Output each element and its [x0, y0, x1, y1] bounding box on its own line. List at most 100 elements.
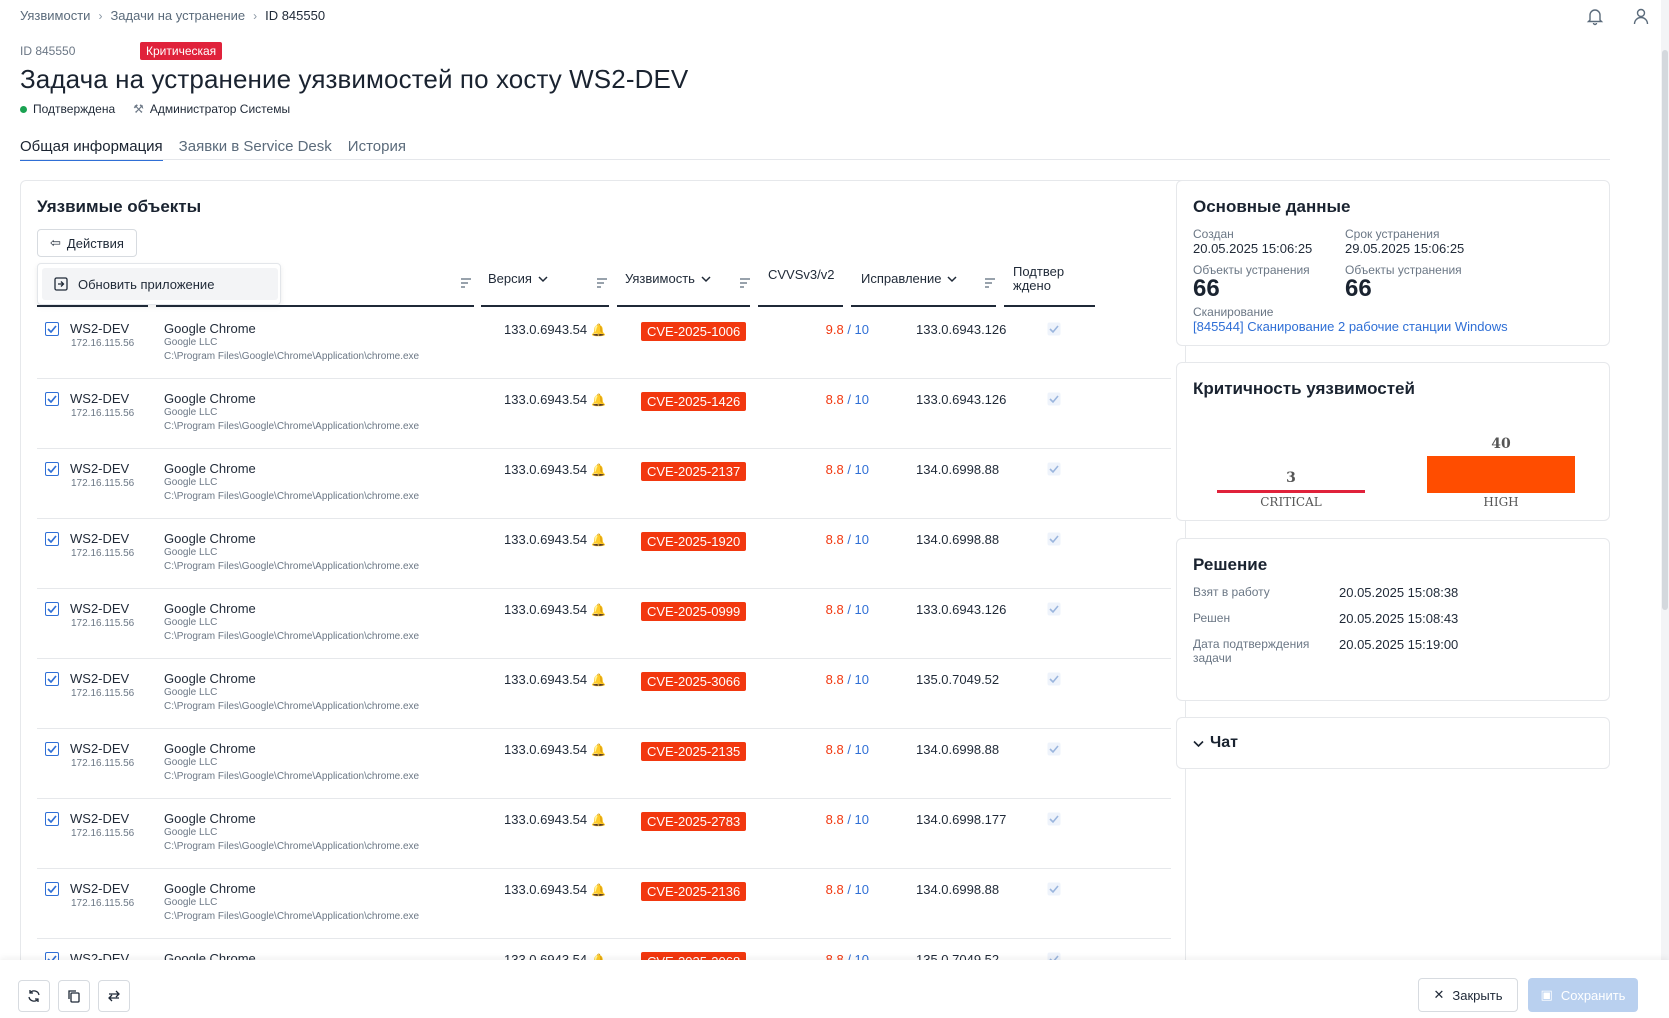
bell-icon: 🔔: [591, 882, 607, 897]
table-row[interactable]: WS2-DEV 172.16.115.56 Google Chrome Google …: [37, 379, 1171, 449]
table-row[interactable]: WS2-DEV 172.16.115.56 Google Chrome Google …: [37, 799, 1171, 869]
table-row[interactable]: WS2-DEV 172.16.115.56 Google Chrome Google …: [37, 659, 1171, 729]
task-id: ID 845550: [20, 44, 76, 58]
update-app-label: Обновить приложение: [78, 276, 215, 292]
tab-service-desk[interactable]: Заявки в Service Desk: [179, 138, 332, 161]
bell-icon[interactable]: [1585, 6, 1605, 29]
row-checkbox[interactable]: [45, 462, 59, 476]
chat-header[interactable]: Чат: [1193, 734, 1238, 752]
refresh-icon: [28, 990, 40, 1002]
sort-icon[interactable]: [460, 276, 472, 291]
cve-badge[interactable]: CVE-2025-3066: [641, 672, 747, 691]
table-row[interactable]: WS2-DEV 172.16.115.56 Google Chrome Google …: [37, 449, 1171, 519]
cvss-value: 8.8: [825, 882, 844, 897]
host-name[interactable]: WS2-DEV: [70, 321, 129, 336]
actions-icon: ⇦: [50, 235, 61, 250]
app-version: 133.0.6943.54🔔: [504, 532, 606, 547]
swap-button[interactable]: [98, 980, 130, 1012]
confirm-value: 20.05.2025 15:19:00: [1339, 637, 1459, 652]
scrollbar-thumb[interactable]: [1662, 50, 1668, 610]
tab-general[interactable]: Общая информация: [20, 138, 163, 161]
sort-icon[interactable]: [984, 276, 996, 291]
close-button[interactable]: ✕ Закрыть: [1418, 978, 1518, 1012]
column-header-cvss[interactable]: CVVSv3/v2: [768, 267, 834, 282]
column-underline-confirmed: [1004, 305, 1095, 307]
host-name[interactable]: WS2-DEV: [70, 601, 129, 616]
cve-badge[interactable]: CVE-2025-2137: [641, 462, 747, 481]
host-name[interactable]: WS2-DEV: [70, 671, 129, 686]
column-header-version[interactable]: Версия: [488, 271, 548, 286]
row-checkbox[interactable]: [45, 882, 59, 896]
fix-version: 133.0.6943.126: [916, 322, 1007, 337]
cvss-value: 8.8: [825, 742, 844, 757]
column-underline-vulnerability: [617, 305, 750, 307]
update-app-menu-item[interactable]: Обновить приложение: [42, 268, 278, 300]
scan-label: Сканирование: [1193, 305, 1274, 319]
cve-badge[interactable]: CVE-2025-1426: [641, 392, 747, 411]
app-path: C:\Program Files\Google\Chrome\Applicati…: [164, 911, 420, 922]
sort-icon[interactable]: [739, 276, 751, 291]
column-underline-version: [481, 305, 609, 307]
due-value: 29.05.2025 15:06:25: [1345, 241, 1465, 256]
actions-button[interactable]: ⇦ Действия: [37, 229, 137, 257]
save-button[interactable]: ▣ Сохранить: [1528, 978, 1638, 1012]
confirmed-check-icon: [1047, 602, 1061, 619]
host-name[interactable]: WS2-DEV: [70, 881, 129, 896]
row-checkbox[interactable]: [45, 602, 59, 616]
row-checkbox[interactable]: [45, 812, 59, 826]
criticality-card: Критичность уязвимостей 3 CRITICAL 40 HIGH: [1176, 362, 1610, 521]
sort-icon[interactable]: [596, 276, 608, 291]
app-path: C:\Program Files\Google\Chrome\Applicati…: [164, 841, 420, 852]
refresh-button[interactable]: [18, 980, 50, 1012]
host-name[interactable]: WS2-DEV: [70, 531, 129, 546]
host-name[interactable]: WS2-DEV: [70, 391, 129, 406]
tab-history[interactable]: История: [348, 138, 406, 161]
table-row[interactable]: WS2-DEV 172.16.115.56 Google Chrome Google …: [37, 729, 1171, 799]
row-checkbox[interactable]: [45, 532, 59, 546]
table-row[interactable]: WS2-DEV 172.16.115.56 Google Chrome Google …: [37, 589, 1171, 659]
table-row[interactable]: WS2-DEV 172.16.115.56 Google Chrome Google …: [37, 519, 1171, 589]
cve-badge[interactable]: CVE-2025-2783: [641, 812, 747, 831]
column-underline-app: [156, 305, 474, 307]
host-name[interactable]: WS2-DEV: [70, 811, 129, 826]
column-header-vulnerability[interactable]: Уязвимость: [625, 271, 711, 286]
cve-badge[interactable]: CVE-2025-1920: [641, 532, 747, 551]
row-checkbox[interactable]: [45, 672, 59, 686]
chat-card[interactable]: Чат: [1176, 717, 1610, 769]
cvss-score: 8.8 / 10: [817, 462, 869, 477]
app-version: 133.0.6943.54🔔: [504, 882, 606, 897]
cve-badge[interactable]: CVE-2025-0999: [641, 602, 747, 621]
table-row[interactable]: WS2-DEV 172.16.115.56 Google Chrome Google …: [37, 869, 1171, 939]
table-row[interactable]: WS2-DEV 172.16.115.56 Google Chrome Google …: [37, 309, 1171, 379]
created-value: 20.05.2025 15:06:25: [1193, 241, 1313, 256]
cve-badge[interactable]: CVE-2025-1006: [641, 322, 747, 341]
version-text: 133.0.6943.54: [504, 532, 588, 547]
copy-button[interactable]: [58, 980, 90, 1012]
page-scrollbar[interactable]: [1661, 0, 1669, 960]
cvss-value: 8.8: [825, 532, 844, 547]
app-vendor: Google LLC: [164, 337, 218, 348]
app-path: C:\Program Files\Google\Chrome\Applicati…: [164, 561, 420, 572]
breadcrumb-item-vulnerabilities[interactable]: Уязвимости: [20, 8, 90, 23]
breadcrumb-item-tasks[interactable]: Задачи на устранение: [110, 8, 245, 23]
version-text: 133.0.6943.54: [504, 672, 588, 687]
chart-bar-high: [1427, 456, 1575, 493]
cve-badge[interactable]: CVE-2025-2135: [641, 742, 747, 761]
row-checkbox[interactable]: [45, 742, 59, 756]
column-label-version: Версия: [488, 271, 532, 286]
cvss-max: / 10: [847, 462, 869, 477]
column-header-confirmed[interactable]: Подтвер ждено: [1013, 265, 1083, 293]
app-version: 133.0.6943.54🔔: [504, 672, 606, 687]
row-checkbox[interactable]: [45, 392, 59, 406]
host-name[interactable]: WS2-DEV: [70, 741, 129, 756]
cve-badge[interactable]: CVE-2025-2136: [641, 882, 747, 901]
scan-link[interactable]: [845544] Сканирование 2 рабочие станции …: [1193, 319, 1508, 334]
due-label: Срок устранения: [1345, 227, 1440, 241]
column-header-fix[interactable]: Исправление: [861, 271, 957, 286]
row-checkbox[interactable]: [45, 322, 59, 336]
user-icon[interactable]: [1631, 6, 1651, 29]
solved-label: Решен: [1193, 611, 1231, 625]
host-name[interactable]: WS2-DEV: [70, 461, 129, 476]
page-title: Задача на устранение уязвимостей по хост…: [20, 64, 689, 94]
app-name: Google Chrome: [164, 601, 256, 616]
